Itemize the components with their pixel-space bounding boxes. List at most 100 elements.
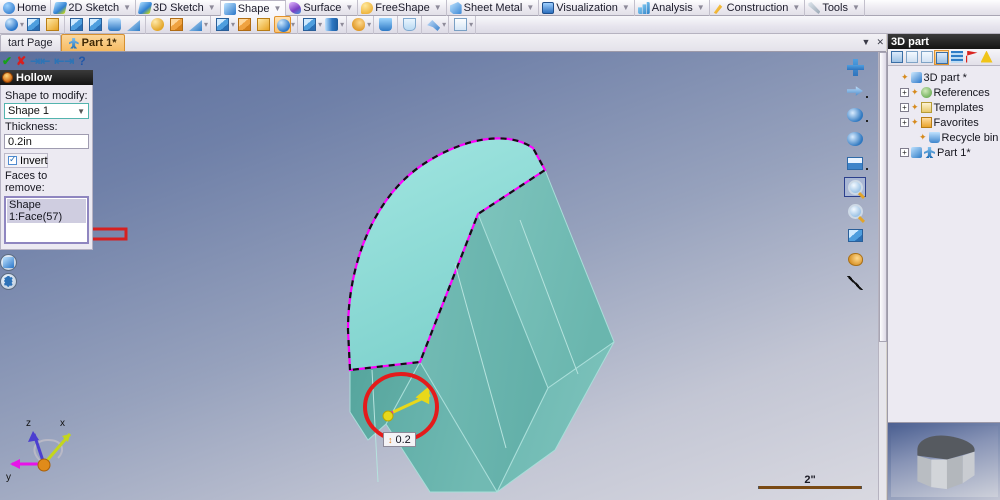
chevron-down-icon[interactable]: ▼ bbox=[862, 36, 871, 48]
ribbon-tab-home[interactable]: Home bbox=[0, 0, 52, 16]
expand-node-icon[interactable]: + bbox=[900, 118, 909, 127]
tree-node-recycle-bin[interactable]: ✦ Recycle bin bbox=[890, 130, 998, 145]
chevron-down-icon[interactable]: ▾ bbox=[231, 16, 235, 34]
sweep-button[interactable] bbox=[44, 16, 61, 33]
material-button[interactable] bbox=[350, 16, 367, 33]
shape-to-modify-select[interactable]: Shape 1 ▼ bbox=[4, 103, 89, 119]
tree-node-part-1-[interactable]: + Part 1* bbox=[890, 145, 998, 160]
box-variant-button[interactable] bbox=[87, 16, 104, 33]
chevron-down-icon[interactable]: ▼ bbox=[434, 0, 442, 16]
chevron-down-icon[interactable]: ▼ bbox=[697, 0, 705, 16]
two-level-button[interactable] bbox=[934, 49, 949, 65]
boolean-subtract-button[interactable] bbox=[401, 16, 418, 33]
measure-button[interactable] bbox=[425, 16, 442, 33]
ribbon-tab-construction[interactable]: Construction ▼ bbox=[710, 0, 806, 16]
wedge-button[interactable] bbox=[125, 16, 142, 33]
viewport-scrollbar[interactable] bbox=[878, 52, 887, 500]
previous-step-button[interactable]: ⇥⇤ bbox=[30, 54, 50, 68]
extrude-button[interactable] bbox=[3, 16, 20, 33]
box-button[interactable] bbox=[68, 16, 85, 33]
view-layout-button[interactable] bbox=[844, 153, 868, 173]
ribbon-tab-visualization[interactable]: Visualization ▼ bbox=[539, 0, 635, 16]
tree-node-favorites[interactable]: + ✦ Favorites bbox=[890, 115, 998, 130]
clear-filter-button[interactable] bbox=[919, 50, 934, 65]
chevron-down-icon[interactable]: ▾ bbox=[340, 16, 344, 34]
next-step-button[interactable]: ⇤⇥ bbox=[54, 54, 74, 68]
invert-checkbox[interactable] bbox=[8, 154, 17, 165]
tree-node-references[interactable]: + ✦ References bbox=[890, 85, 998, 100]
prism-button[interactable] bbox=[168, 16, 185, 33]
chevron-down-icon[interactable]: ▾ bbox=[469, 16, 473, 34]
analysis-tool-button[interactable] bbox=[452, 16, 469, 33]
layers-button[interactable] bbox=[949, 50, 964, 65]
look-at-button[interactable] bbox=[844, 105, 868, 125]
close-icon[interactable]: ✕ bbox=[876, 36, 884, 48]
expand-node-icon[interactable]: + bbox=[900, 88, 909, 97]
pan-button[interactable] bbox=[844, 57, 866, 77]
zoom-button[interactable] bbox=[844, 201, 866, 221]
hollow-button[interactable] bbox=[274, 16, 292, 33]
flag-button[interactable] bbox=[964, 50, 979, 65]
sphere-button[interactable] bbox=[149, 16, 166, 33]
thread-button[interactable] bbox=[323, 16, 340, 33]
3d-model-render[interactable] bbox=[0, 52, 878, 500]
dropdown-dot-icon[interactable] bbox=[866, 168, 868, 170]
expand-node-icon[interactable]: + bbox=[900, 103, 909, 112]
chevron-down-icon[interactable]: ▾ bbox=[20, 16, 24, 34]
chevron-down-icon[interactable]: ▾ bbox=[318, 16, 322, 34]
list-item[interactable]: Shape 1:Face(57) bbox=[7, 199, 86, 223]
chevron-down-icon[interactable]: ▼ bbox=[526, 0, 534, 16]
appearance-button[interactable] bbox=[844, 249, 866, 269]
chevron-down-icon[interactable]: ▾ bbox=[204, 16, 208, 34]
shell-button[interactable] bbox=[301, 16, 318, 33]
chevron-down-icon[interactable]: ▼ bbox=[852, 0, 860, 16]
ribbon-tab-shape[interactable]: Shape ▼ bbox=[220, 0, 287, 17]
render-mode-button[interactable] bbox=[844, 225, 866, 245]
options-button[interactable] bbox=[0, 273, 17, 290]
preview-button[interactable] bbox=[0, 254, 17, 271]
ribbon-tab-tools[interactable]: Tools ▼ bbox=[805, 0, 865, 16]
dropdown-dot-icon[interactable] bbox=[866, 96, 868, 98]
boolean-union-button[interactable] bbox=[377, 16, 394, 33]
select-mode-button[interactable] bbox=[889, 50, 904, 65]
ramp-button[interactable] bbox=[187, 16, 204, 33]
expand-node-icon[interactable]: + bbox=[900, 148, 909, 157]
tree-node-3d-part-[interactable]: ✦ 3D part * bbox=[890, 70, 998, 85]
invert-checkbox-row[interactable]: Invert bbox=[4, 153, 48, 168]
scrollbar-thumb[interactable] bbox=[879, 52, 887, 342]
revolve-button[interactable] bbox=[25, 16, 42, 33]
ribbon-tab-sheet-metal[interactable]: Sheet Metal ▼ bbox=[447, 0, 540, 16]
chevron-down-icon[interactable]: ▼ bbox=[274, 1, 282, 17]
chevron-down-icon[interactable]: ▼ bbox=[208, 0, 216, 16]
chevron-down-icon[interactable]: ▼ bbox=[622, 0, 630, 16]
rotate-button[interactable] bbox=[844, 81, 868, 101]
dropdown-dot-icon[interactable] bbox=[866, 120, 868, 122]
fillet-button[interactable] bbox=[214, 16, 231, 33]
help-button[interactable]: ? bbox=[78, 54, 85, 68]
chevron-down-icon[interactable]: ▾ bbox=[291, 16, 295, 34]
chevron-down-icon[interactable]: ▾ bbox=[367, 16, 371, 34]
ribbon-tab-2d-sketch[interactable]: 2D Sketch ▼ bbox=[51, 0, 137, 16]
3d-viewport[interactable]: ↕ 0.2 x y z 2" ✔ ✘ ⇥⇤ ⇤⇥ ? Hollow Shape … bbox=[0, 52, 878, 500]
fly-button[interactable] bbox=[844, 129, 866, 149]
warning-button[interactable] bbox=[979, 50, 994, 65]
chevron-down-icon[interactable]: ▼ bbox=[792, 0, 800, 16]
zoom-area-button[interactable] bbox=[844, 177, 866, 197]
cancel-button[interactable]: ✘ bbox=[16, 54, 26, 68]
thickness-input[interactable]: 0.2in bbox=[4, 134, 89, 149]
chevron-down-icon[interactable]: ▾ bbox=[442, 16, 446, 34]
chevron-down-icon[interactable]: ▼ bbox=[345, 0, 353, 16]
ribbon-tab-3d-sketch[interactable]: 3D Sketch ▼ bbox=[136, 0, 221, 16]
document-tab-tart-page[interactable]: tart Page bbox=[0, 34, 61, 51]
chamfer-button[interactable] bbox=[236, 16, 253, 33]
draft-button[interactable] bbox=[255, 16, 272, 33]
loft-button[interactable] bbox=[106, 16, 123, 33]
thickness-value-callout[interactable]: ↕ 0.2 bbox=[383, 432, 416, 447]
tree-node-templates[interactable]: + ✦ Templates bbox=[890, 100, 998, 115]
faces-to-remove-list[interactable]: Shape 1:Face(57) bbox=[4, 196, 89, 244]
ribbon-tab-freeshape[interactable]: FreeShape ▼ bbox=[358, 0, 447, 16]
confirm-button[interactable]: ✔ bbox=[2, 54, 12, 68]
ribbon-tab-surface[interactable]: Surface ▼ bbox=[286, 0, 359, 16]
hidden-line-button[interactable] bbox=[844, 273, 866, 293]
ribbon-tab-analysis[interactable]: Analysis ▼ bbox=[635, 0, 710, 16]
